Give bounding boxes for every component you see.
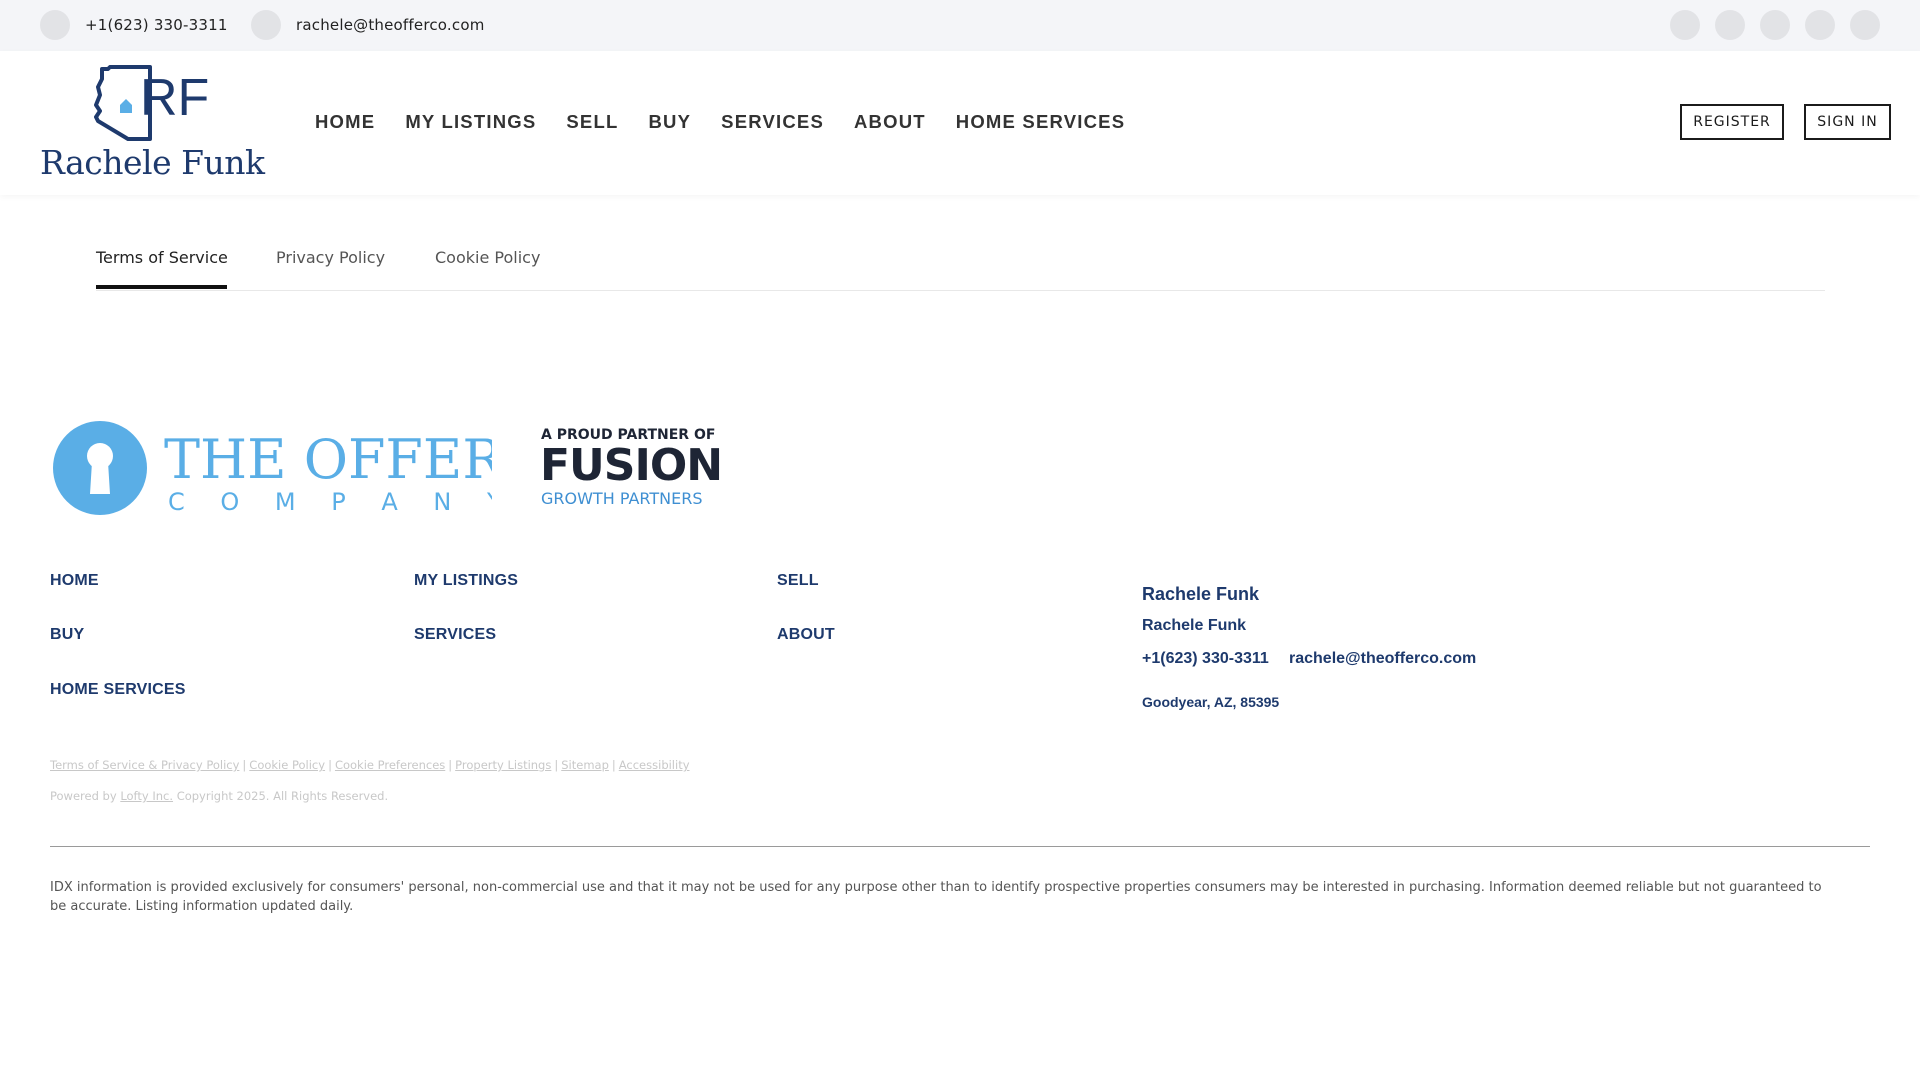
the-offer-company-logo[interactable]: THE OFFER C O M P A N Y — [52, 418, 504, 518]
nav-sell[interactable]: SELL — [566, 111, 618, 133]
nav-home[interactable]: HOME — [315, 111, 375, 133]
phone-icon — [40, 10, 70, 40]
legal-link-cookie-preferences[interactable]: Cookie Preferences — [335, 758, 445, 772]
topbar-email[interactable]: rachele@theofferco.com — [251, 10, 485, 40]
email-icon — [251, 10, 281, 40]
register-button[interactable]: REGISTER — [1680, 104, 1784, 140]
logo-name: Rachele Funk — [40, 143, 265, 182]
fusion-line3: GROWTH PARTNERS — [541, 489, 702, 508]
contact-phone-link[interactable]: +1(623) 330-3311 — [1142, 650, 1269, 668]
nav-buy[interactable]: BUY — [648, 111, 691, 133]
policy-tabs: Terms of Service Privacy Policy Cookie P… — [96, 228, 1825, 291]
site-logo[interactable]: RF Rachele Funk — [40, 65, 265, 183]
footer-nav-buy[interactable]: BUY — [50, 626, 84, 644]
legal-link-sitemap[interactable]: Sitemap — [561, 758, 609, 772]
nav-about[interactable]: ABOUT — [854, 111, 926, 133]
top-contact-bar: +1(623) 330-3311 rachele@theofferco.com — [0, 0, 1920, 51]
legal-link-terms-privacy[interactable]: Terms of Service & Privacy Policy — [50, 758, 239, 772]
tab-terms-of-service[interactable]: Terms of Service — [96, 248, 228, 267]
topbar-email-text[interactable]: rachele@theofferco.com — [296, 16, 485, 34]
keyhole-icon — [90, 462, 110, 494]
footer-nav-home[interactable]: HOME — [50, 572, 99, 590]
idx-disclaimer: IDX information is provided exclusively … — [50, 880, 1822, 914]
social-icon-3[interactable] — [1760, 10, 1790, 40]
topbar-phone-text[interactable]: +1(623) 330-3311 — [85, 16, 228, 34]
footer-divider — [50, 846, 1870, 847]
offer-logo-graphic: THE OFFER C O M P A N Y — [53, 421, 504, 516]
offer-line1: THE OFFER — [164, 428, 492, 491]
footer-nav-home-services[interactable]: HOME SERVICES — [50, 681, 186, 699]
powered-by-link[interactable]: Lofty Inc. — [120, 789, 173, 803]
legal-link-cookie-policy[interactable]: Cookie Policy — [249, 758, 325, 772]
arizona-logo-mark: RF — [94, 65, 209, 141]
footer-nav-about[interactable]: ABOUT — [777, 626, 835, 644]
contact-email-link[interactable]: rachele@theofferco.com — [1289, 650, 1476, 668]
legal-link-property-listings[interactable]: Property Listings — [455, 758, 551, 772]
tab-privacy-policy[interactable]: Privacy Policy — [276, 248, 385, 267]
fusion-line2: FUSION — [540, 440, 722, 491]
nav-home-services[interactable]: HOME SERVICES — [956, 111, 1125, 133]
sign-in-button[interactable]: SIGN IN — [1804, 104, 1891, 140]
tab-cookie-policy[interactable]: Cookie Policy — [435, 248, 540, 267]
legal-separator: | — [611, 758, 616, 772]
legal-links: Terms of Service & Privacy Policy | Cookie… — [50, 758, 690, 772]
legal-link-accessibility[interactable]: Accessibility — [619, 758, 690, 772]
legal-separator: | — [242, 758, 247, 772]
contact-title: Rachele Funk — [1142, 584, 1260, 604]
legal-separator: | — [554, 758, 559, 772]
footer-nav-sell[interactable]: SELL — [777, 572, 819, 590]
nav-services[interactable]: SERVICES — [721, 111, 824, 133]
footer-nav-my-listings[interactable]: MY LISTINGS — [414, 572, 518, 590]
powered-by: Powered by Lofty Inc. Copyright 2025. Al… — [50, 789, 388, 803]
contact-address: Goodyear, AZ, 85395 — [1142, 694, 1280, 710]
social-icon-1[interactable] — [1670, 10, 1700, 40]
fusion-partner-logo[interactable]: A PROUD PARTNER OF FUSION GROWTH PARTNER… — [540, 425, 740, 510]
copyright-text: Copyright 2025. All Rights Reserved. — [176, 789, 389, 803]
social-icon-4[interactable] — [1805, 10, 1835, 40]
fusion-logo-graphic: A PROUD PARTNER OF FUSION GROWTH PARTNER… — [540, 427, 723, 508]
site-header: RF Rachele Funk HOME MY LISTINGS SELL BU… — [0, 51, 1920, 195]
social-icon-5[interactable] — [1850, 10, 1880, 40]
footer-nav-services[interactable]: SERVICES — [414, 626, 496, 644]
main-nav: HOME MY LISTINGS SELL BUY SERVICES ABOUT… — [315, 111, 1155, 133]
nav-my-listings[interactable]: MY LISTINGS — [405, 111, 536, 133]
contact-name: Rachele Funk — [1142, 617, 1247, 634]
logo-initials: RF — [140, 69, 209, 127]
powered-prefix: Powered by — [50, 789, 117, 803]
legal-separator: | — [448, 758, 453, 772]
topbar-phone[interactable]: +1(623) 330-3311 — [40, 10, 228, 40]
legal-separator: | — [328, 758, 332, 772]
active-tab-indicator — [96, 285, 227, 289]
social-icon-2[interactable] — [1715, 10, 1745, 40]
offer-line2: C O M P A N Y — [168, 488, 492, 516]
